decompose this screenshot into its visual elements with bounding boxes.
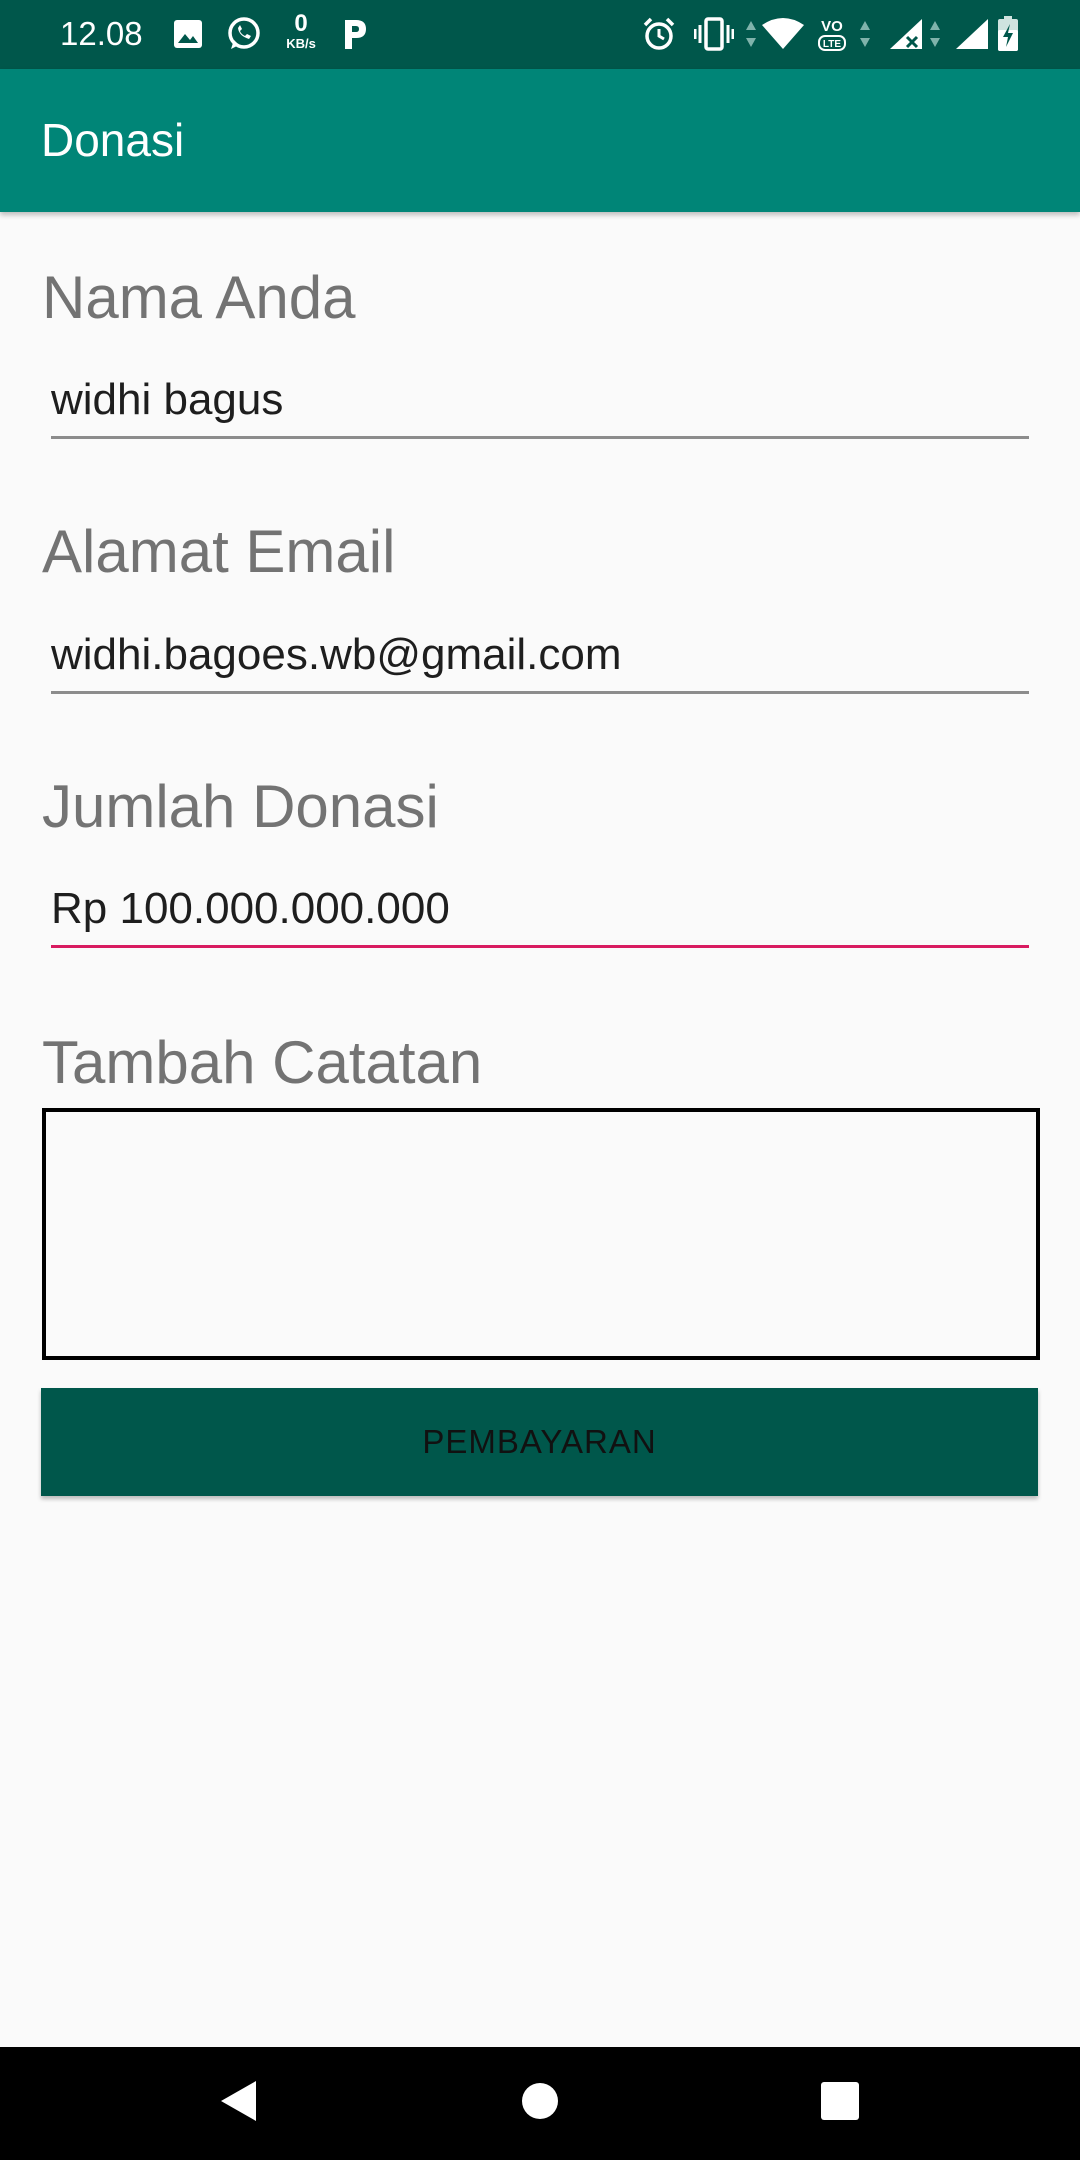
recents-icon (820, 2081, 860, 2126)
home-button[interactable] (480, 2047, 600, 2160)
wifi-icon (760, 14, 806, 54)
signal-arrows-icon (928, 14, 942, 54)
pay-button-label: PEMBAYARAN (422, 1423, 657, 1460)
data-arrows-icon (744, 14, 758, 54)
image-icon (172, 14, 204, 54)
pay-button[interactable]: PEMBAYARAN (41, 1388, 1038, 1496)
status-time: 12.08 (60, 15, 143, 52)
app-bar: Donasi (0, 69, 1080, 212)
signal-icon (954, 14, 992, 54)
alarm-icon (640, 14, 678, 54)
notes-textarea[interactable] (42, 1108, 1040, 1360)
email-field[interactable]: widhi.bagoes.wb@gmail.com (51, 619, 1029, 694)
navigation-bar (0, 2047, 1080, 2160)
back-button[interactable] (178, 2047, 298, 2160)
name-label: Nama Anda (42, 264, 356, 331)
name-field[interactable]: widhi bagus (51, 364, 1029, 439)
notes-label: Tambah Catatan (42, 1029, 483, 1096)
parking-icon (340, 14, 370, 54)
volte-arrows-icon (858, 14, 872, 54)
home-icon (521, 2082, 559, 2125)
amount-label: Jumlah Donasi (42, 773, 439, 840)
volte-icon: VO LTE (814, 14, 850, 54)
status-bar: 12.08 0 KB/s VO LTE (0, 0, 1080, 69)
whatsapp-icon (224, 14, 264, 54)
amount-field[interactable]: Rp 100.000.000.000 (51, 873, 1029, 948)
app-title: Donasi (41, 114, 185, 166)
signal-no-service-icon (888, 14, 926, 54)
recents-button[interactable] (780, 2047, 900, 2160)
network-speed-value: 0 (294, 10, 308, 37)
network-speed: 0 KB/s (278, 12, 324, 52)
battery-charging-icon (996, 14, 1020, 54)
back-icon (218, 2079, 258, 2128)
email-label: Alamat Email (42, 518, 396, 585)
network-speed-unit: KB/s (286, 36, 316, 51)
svg-text:LTE: LTE (823, 39, 841, 50)
vibrate-icon (694, 14, 734, 54)
svg-text:VO: VO (821, 18, 843, 35)
